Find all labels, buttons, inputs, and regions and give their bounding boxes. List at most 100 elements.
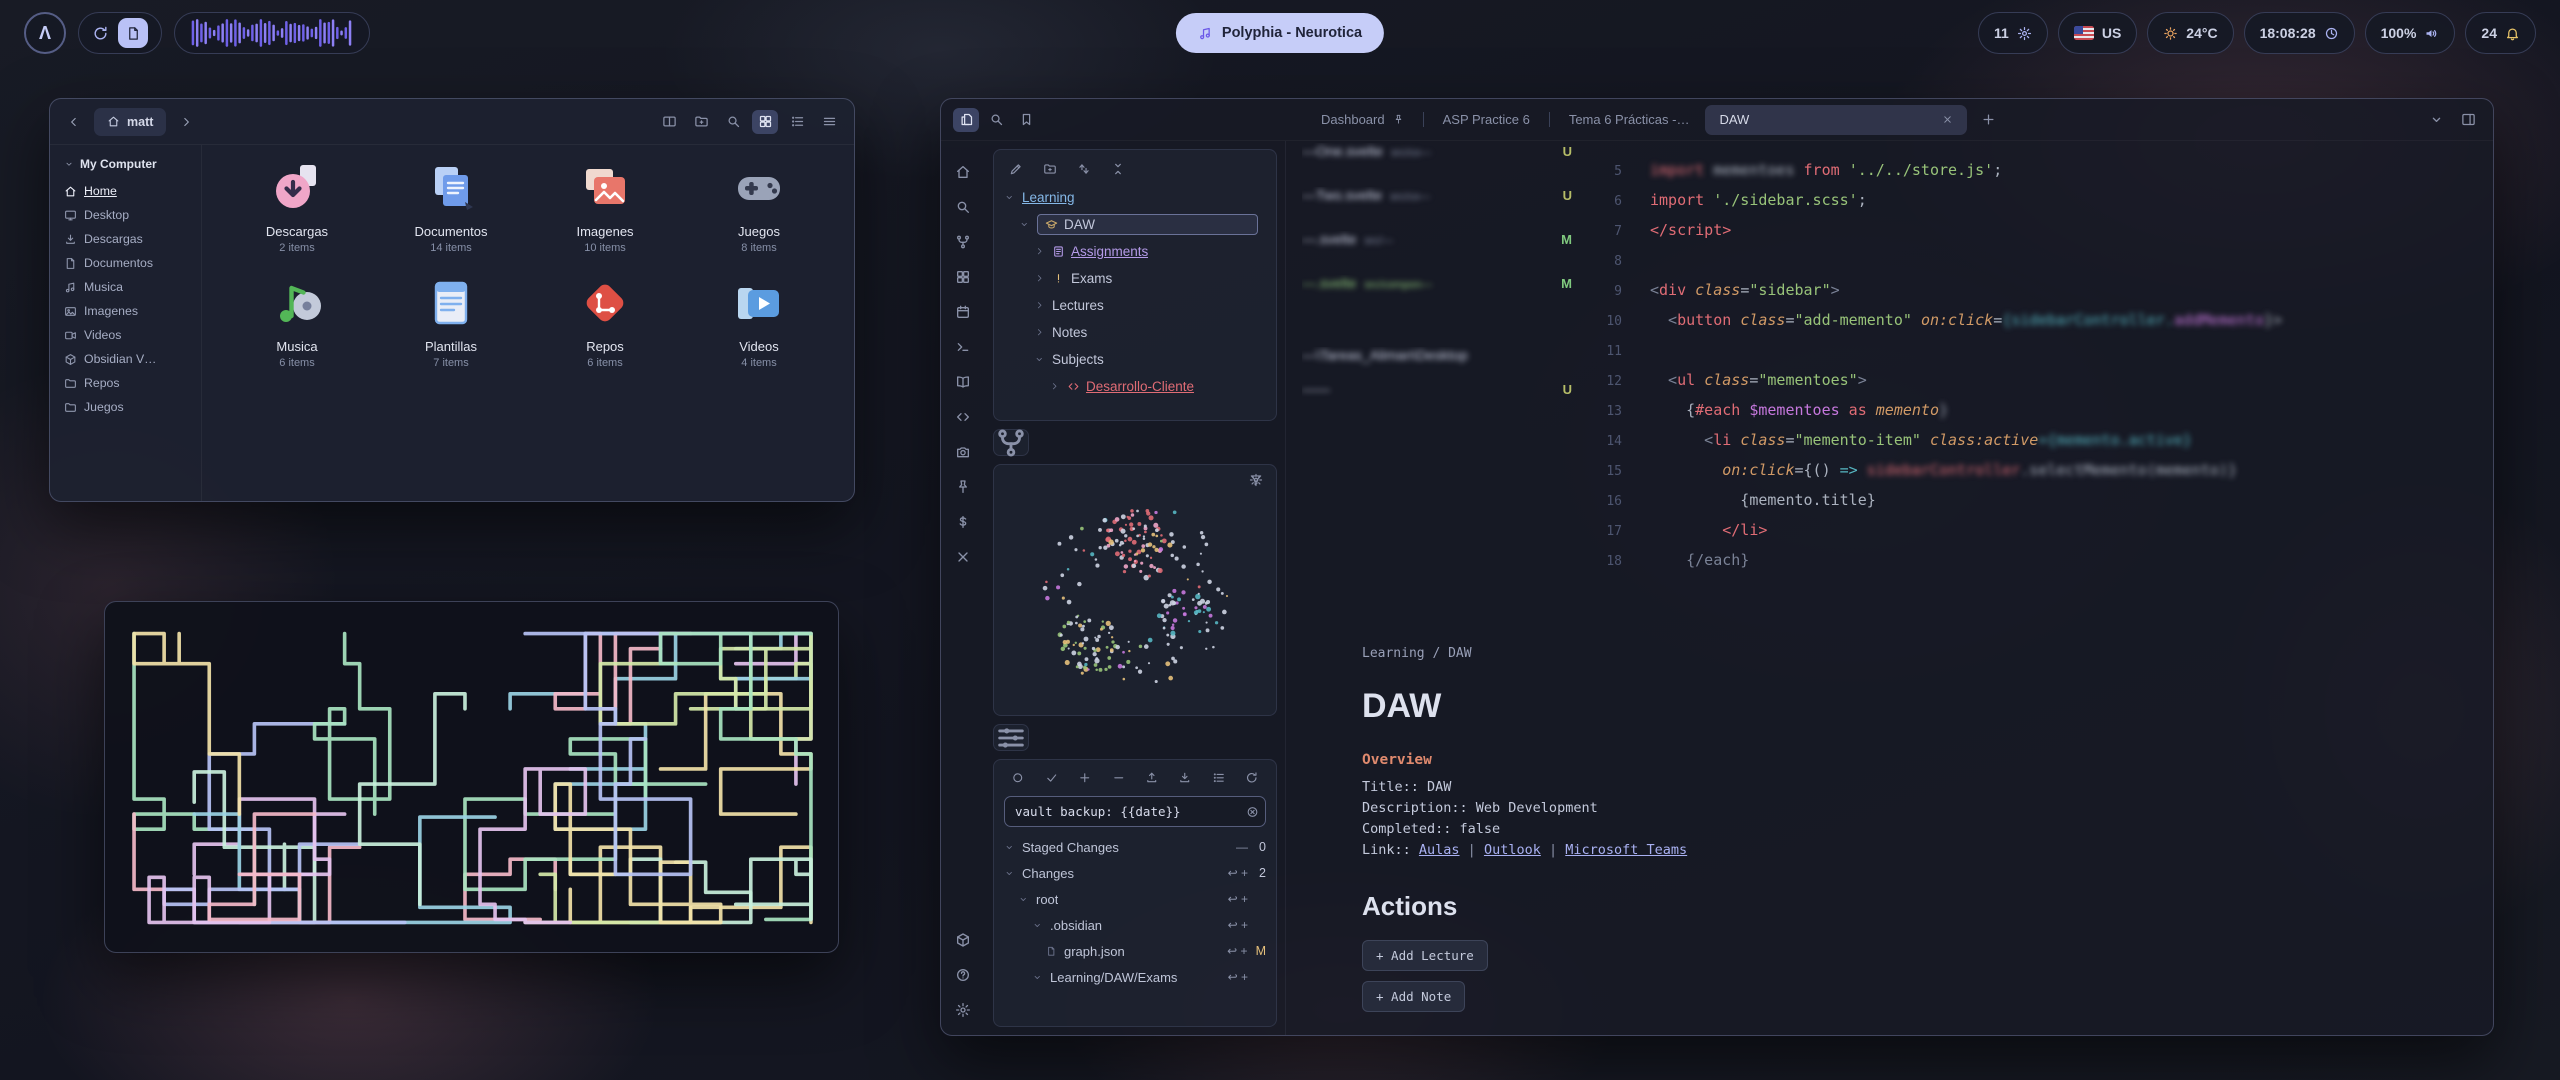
check-icon[interactable] [1041, 768, 1061, 788]
keyboard-layout-pill[interactable]: US [2058, 12, 2137, 54]
grid-icon[interactable] [752, 110, 778, 134]
grid-icon[interactable] [951, 266, 975, 288]
tab-tema-6-pr-cticas[interactable]: Tema 6 Prácticas -… [1555, 105, 1704, 135]
graph-panel-toggle[interactable] [993, 429, 1029, 456]
bookmark-icon[interactable] [1013, 108, 1039, 132]
tree-item-lectures[interactable]: Lectures [994, 292, 1276, 319]
download-icon[interactable] [1175, 768, 1195, 788]
list-icon[interactable] [1209, 768, 1229, 788]
changed-file-row[interactable]: —.sveltesrc/compon—M [1302, 275, 1580, 319]
git-row-action-icons[interactable]: ↩ + [1228, 918, 1248, 932]
git-row-actions[interactable]: ↩ + [1228, 970, 1266, 984]
gear-icon[interactable] [951, 999, 975, 1021]
refresh-icon[interactable] [92, 25, 109, 42]
commit-message-input[interactable] [1004, 796, 1266, 827]
folder-juegos[interactable]: Juegos8 items [682, 161, 836, 254]
folder-plantillas[interactable]: Plantillas7 items [374, 276, 528, 369]
folder-musica[interactable]: Musica6 items [220, 276, 374, 369]
filter-icon[interactable] [1249, 500, 1267, 518]
folder-descargas[interactable]: Descargas2 items [220, 161, 374, 254]
collapse-icon[interactable] [1108, 159, 1128, 179]
tree-item-daw[interactable]: DAW [994, 211, 1276, 238]
changed-file-row[interactable]: —One.sveltesrc/co—U [1302, 143, 1580, 187]
git-row-action-icons[interactable]: — [1236, 840, 1248, 854]
graph-canvas[interactable] [994, 465, 1276, 715]
sidebar-item-descargas[interactable]: Descargas [58, 227, 193, 251]
tree-item-subjects[interactable]: Subjects [994, 346, 1276, 373]
volume-pill[interactable]: 100% [2365, 12, 2456, 54]
folder-plus-icon[interactable] [1040, 159, 1060, 179]
back-button[interactable] [62, 110, 86, 134]
git-row-obsidian[interactable]: .obsidian↩ + [994, 912, 1276, 938]
git-row-action-icons[interactable]: ↩ + [1228, 866, 1248, 880]
plus-icon[interactable] [1075, 768, 1095, 788]
note-link-microsoft-teams[interactable]: Microsoft Teams [1565, 842, 1687, 858]
launcher-button[interactable]: Λ [24, 12, 66, 54]
sidebar-item-home[interactable]: Home [58, 179, 193, 203]
sidebar-item-juegos[interactable]: Juegos [58, 395, 193, 419]
action-button-add-note[interactable]: + Add Note [1362, 981, 1465, 1012]
tree-item-assignments[interactable]: Assignments [994, 238, 1276, 265]
action-button-add-lecture[interactable]: + Add Lecture [1362, 940, 1488, 971]
home-icon[interactable] [951, 161, 975, 183]
changed-file-row[interactable]: —\Tareas_Aliman\Desktop [1302, 347, 1580, 381]
note-link-aulas[interactable]: Aulas [1419, 842, 1460, 858]
git-row-actions[interactable]: ↩ +M [1227, 944, 1266, 958]
x-icon[interactable] [951, 546, 975, 568]
tree-item-exams[interactable]: Exams [994, 265, 1276, 292]
git-row-action-icons[interactable]: ↩ + [1228, 970, 1248, 984]
sort-icon[interactable] [1074, 159, 1094, 179]
git-row-graph-json[interactable]: graph.json↩ +M [994, 938, 1276, 964]
changed-file-row[interactable]: —Two.sveltesrc/co—U [1302, 187, 1580, 231]
terminal-icon[interactable] [951, 336, 975, 358]
folder-plus-icon[interactable] [688, 110, 714, 134]
git-row-actions[interactable]: ↩ + [1228, 918, 1266, 932]
changed-file-row[interactable]: —.sveltesrc/—M [1302, 231, 1580, 275]
updates-pill[interactable]: 11 [1978, 12, 2048, 54]
pin-icon[interactable] [951, 476, 975, 498]
note-link-outlook[interactable]: Outlook [1484, 842, 1541, 858]
git-row-action-icons[interactable]: ↩ + [1228, 892, 1248, 906]
sidebar-item-imagenes[interactable]: Imagenes [58, 299, 193, 323]
tab-asp-practice-6[interactable]: ASP Practice 6 [1429, 105, 1544, 135]
sidebar-item-obsidian-v[interactable]: Obsidian V… [58, 347, 193, 371]
sidebar-item-musica[interactable]: Musica [58, 275, 193, 299]
search-icon[interactable] [951, 196, 975, 218]
sidebar-item-documentos[interactable]: Documentos [58, 251, 193, 275]
circle-icon[interactable] [1008, 768, 1028, 788]
fork-icon[interactable] [951, 231, 975, 253]
sidebar-item-desktop[interactable]: Desktop [58, 203, 193, 227]
git-row-actions[interactable]: ↩ +2 [1228, 866, 1266, 880]
weather-pill[interactable]: 24°C [2147, 12, 2233, 54]
upload-icon[interactable] [1142, 768, 1162, 788]
dollar-icon[interactable] [951, 511, 975, 533]
git-row-learning-daw-exams[interactable]: Learning/DAW/Exams↩ + [994, 964, 1276, 990]
sidebar-header[interactable]: My Computer [58, 155, 193, 179]
close-tab-icon[interactable] [1942, 114, 1953, 125]
git-panel-toggle[interactable] [993, 724, 1029, 751]
camera-icon[interactable] [951, 441, 975, 463]
breadcrumb[interactable]: matt [94, 108, 166, 136]
folder-documentos[interactable]: Documentos14 items [374, 161, 528, 254]
git-row-action-icons[interactable]: ↩ + [1227, 944, 1247, 958]
folder-repos[interactable]: Repos6 items [528, 276, 682, 369]
graph-view-panel[interactable] [993, 464, 1277, 716]
tree-item-learning[interactable]: Learning [994, 184, 1276, 211]
columns-icon[interactable] [656, 110, 682, 134]
book-icon[interactable] [951, 371, 975, 393]
git-row-root[interactable]: root↩ + [994, 886, 1276, 912]
notes-icon[interactable] [118, 18, 148, 48]
pencil-icon[interactable] [1006, 159, 1026, 179]
now-playing-pill[interactable]: Polyphia - Neurotica [1176, 13, 1384, 53]
refresh-icon[interactable] [1242, 768, 1262, 788]
folder-videos[interactable]: Videos4 items [682, 276, 836, 369]
forward-button[interactable] [174, 110, 198, 134]
obsidian-tab-bar[interactable]: DashboardASP Practice 6Tema 6 Prácticas … [941, 99, 2493, 141]
notifications-pill[interactable]: 24 [2465, 12, 2536, 54]
sidebar-item-repos[interactable]: Repos [58, 371, 193, 395]
sidebar-item-videos[interactable]: Videos [58, 323, 193, 347]
minus-icon[interactable] [1108, 768, 1128, 788]
box-icon[interactable] [951, 929, 975, 951]
tab-daw[interactable]: DAW [1705, 105, 1967, 135]
clock-pill[interactable]: 18:08:28 [2244, 12, 2355, 54]
